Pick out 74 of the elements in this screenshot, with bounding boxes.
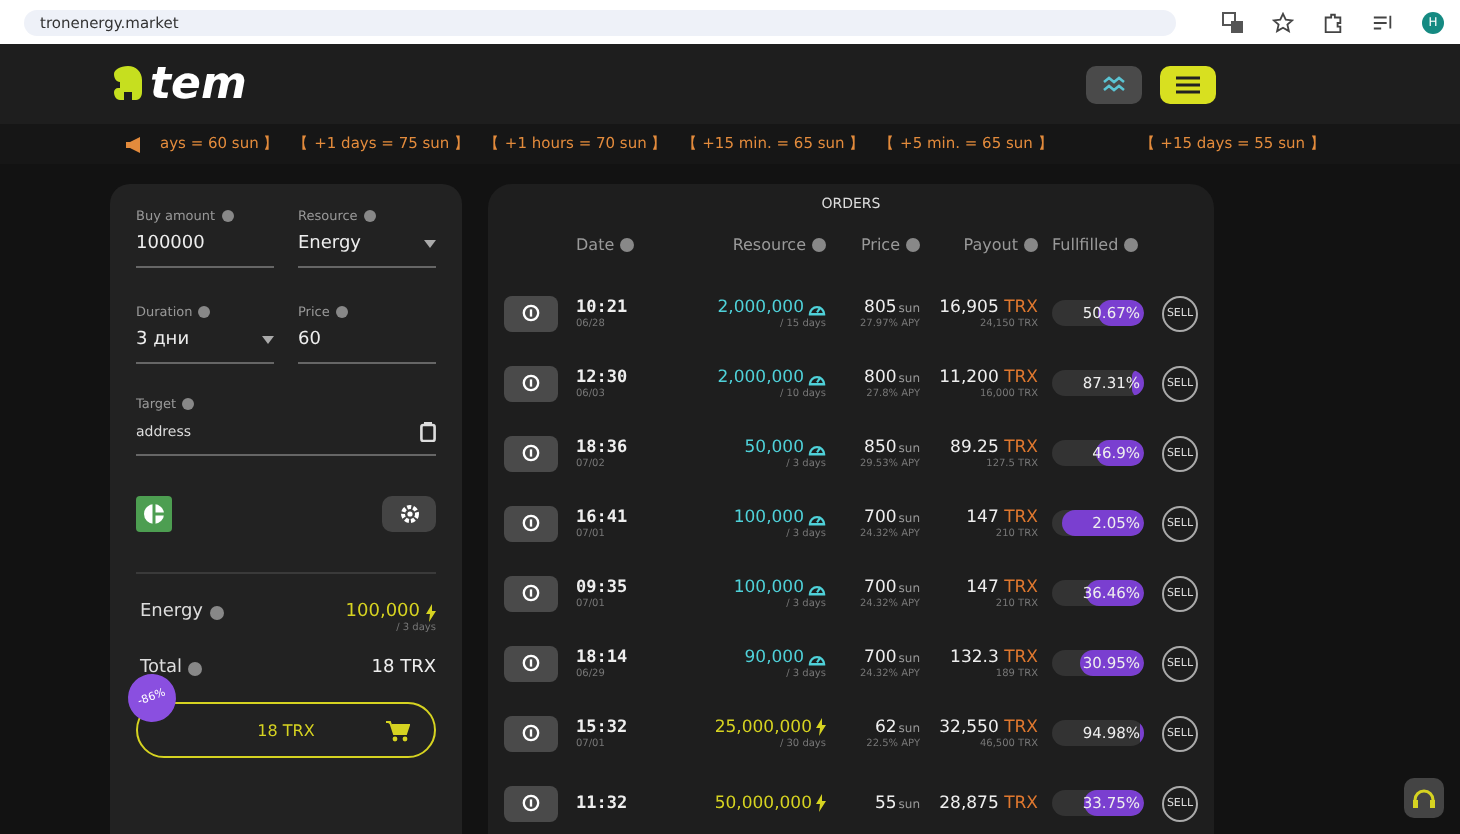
pie-chart-icon[interactable] <box>136 496 172 532</box>
headset-icon <box>1412 787 1436 809</box>
info-icon <box>522 724 540 742</box>
info-button[interactable] <box>504 715 558 751</box>
megaphone-icon <box>124 135 146 153</box>
order-time: 12:30 <box>576 367 630 387</box>
select-field[interactable]: Energy <box>298 224 436 268</box>
info-button[interactable] <box>504 505 558 541</box>
energy-amount: 100,000 <box>345 602 420 622</box>
payout-text: 11,200 TRX <box>939 367 1038 387</box>
resource-amount: 100,000 <box>733 507 804 527</box>
order-time: 11:32 <box>576 793 630 813</box>
payout-text: 147 TRX <box>966 507 1038 527</box>
wave-button[interactable] <box>1086 65 1142 103</box>
total-value: 18 TRX <box>371 658 436 678</box>
info-button[interactable] <box>504 575 558 611</box>
logo-wordmark[interactable]: tem <box>150 59 247 109</box>
wave-icon <box>1102 76 1126 92</box>
order-time: 10:21 <box>576 297 630 317</box>
payout-text: 32,550 TRX <box>939 717 1038 737</box>
info-button[interactable] <box>504 785 558 821</box>
settings-icon <box>399 504 419 524</box>
info-icon <box>522 444 540 462</box>
order-time: 15:32 <box>576 717 630 737</box>
info-icon <box>522 584 540 602</box>
column-header: Payout <box>963 236 1018 254</box>
support-button[interactable] <box>1404 778 1444 818</box>
payout-text: 16,905 TRX <box>939 297 1038 317</box>
resource-amount: 50,000,000 <box>714 793 812 813</box>
resource-amount: 100,000 <box>733 577 804 597</box>
info-button[interactable] <box>504 295 558 331</box>
elephant-icon <box>110 64 146 104</box>
order-time: 18:36 <box>576 437 630 457</box>
media-icon[interactable] <box>1372 11 1394 33</box>
column-header: Fullfilled <box>1052 236 1119 254</box>
payout-text: 89.25 TRX <box>950 437 1038 457</box>
order-time: 18:14 <box>576 647 630 667</box>
info-button[interactable] <box>504 435 558 471</box>
info-icon <box>522 374 540 392</box>
resource-amount: 25,000,000 <box>714 717 812 737</box>
star-icon[interactable] <box>1272 11 1294 33</box>
bolt-icon <box>426 603 436 621</box>
order-time: 16:41 <box>576 507 630 527</box>
payout-text: 147 TRX <box>966 577 1038 597</box>
bolt-icon <box>816 718 826 736</box>
summary-label: Energy <box>140 602 204 622</box>
column-header: Date <box>576 236 615 254</box>
resource-amount: 2,000,000 <box>717 367 804 387</box>
info-icon <box>522 304 540 322</box>
menu-button[interactable] <box>1160 65 1216 103</box>
clipboard-icon[interactable] <box>420 422 436 442</box>
bolt-icon <box>816 794 826 812</box>
input-field[interactable]: 60 <box>298 320 436 364</box>
order-time: 09:35 <box>576 577 630 597</box>
select-field[interactable]: 3 дни <box>136 320 274 364</box>
column-header: Price <box>860 236 900 254</box>
puzzle-icon[interactable] <box>1322 11 1344 33</box>
resource-amount: 2,000,000 <box>717 297 804 317</box>
info-icon <box>522 654 540 672</box>
resource-amount: 50,000 <box>744 437 804 457</box>
info-button[interactable] <box>504 645 558 681</box>
input-field[interactable]: 100000 <box>136 224 274 268</box>
payout-text: 28,875 TRX <box>939 793 1038 813</box>
resource-amount: 90,000 <box>744 647 804 667</box>
dropdown-icon <box>424 240 436 248</box>
menu-icon <box>1176 75 1200 93</box>
info-icon <box>522 794 540 812</box>
cart-icon <box>386 719 410 741</box>
column-header: Resource <box>732 236 806 254</box>
info-button[interactable] <box>504 365 558 401</box>
dropdown-icon <box>262 336 274 344</box>
settings-button[interactable] <box>382 496 436 532</box>
info-icon <box>522 514 540 532</box>
payout-text: 132.3 TRX <box>950 647 1038 667</box>
